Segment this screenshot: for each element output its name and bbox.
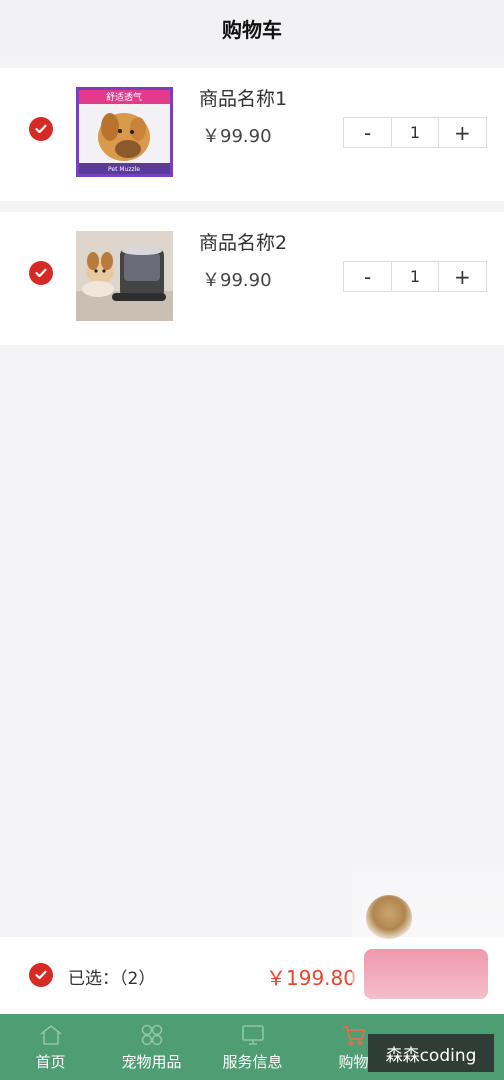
product-name[interactable]: 商品名称2	[199, 228, 287, 255]
svg-text:舒适透气: 舒适透气	[106, 91, 142, 103]
clover-icon	[137, 1021, 167, 1049]
quantity-stepper: - 1 +	[343, 261, 487, 292]
product-price: ￥99.90	[202, 270, 272, 291]
cart-icon	[339, 1021, 369, 1049]
page-title: 购物车	[222, 17, 282, 42]
cart-item: 商品名称2 ￥99.90 - 1 +	[0, 212, 504, 345]
tab-label: 宠物用品	[121, 1053, 182, 1071]
increase-button[interactable]: +	[439, 262, 486, 291]
floating-avatar	[366, 895, 412, 941]
increase-button[interactable]: +	[439, 118, 486, 147]
tab-label: 服务信息	[222, 1053, 283, 1071]
top-bar: 购物车	[0, 0, 504, 56]
decrease-button[interactable]: -	[344, 262, 391, 291]
tab-pet-supplies[interactable]: 宠物用品	[101, 1014, 202, 1080]
floating-overlay	[352, 864, 504, 1024]
quantity-value[interactable]: 1	[391, 262, 439, 291]
monitor-icon	[238, 1021, 268, 1049]
watermark: 森森coding	[368, 1034, 494, 1072]
svg-text:Pet Muzzle: Pet Muzzle	[108, 166, 140, 173]
product-image-pet-feeder[interactable]	[76, 231, 173, 321]
product-image-dog-muzzle[interactable]: 舒适透气 Pet Muzzle	[76, 87, 173, 177]
total-price: ￥199.80	[266, 966, 356, 990]
item-checkbox-checked-icon[interactable]	[29, 261, 53, 285]
product-name[interactable]: 商品名称1	[199, 84, 287, 111]
quantity-stepper: - 1 +	[343, 117, 487, 148]
tab-service-info[interactable]: 服务信息	[202, 1014, 303, 1080]
cart-item: 舒适透气 Pet Muzzle 商品名称1 ￥99.90 - 1 +	[0, 68, 504, 201]
tab-label: 首页	[35, 1053, 66, 1071]
quantity-value[interactable]: 1	[391, 118, 439, 147]
decrease-button[interactable]: -	[344, 118, 391, 147]
product-price: ￥99.90	[202, 126, 272, 147]
tab-label: 购物	[338, 1053, 369, 1071]
selected-count: 已选：（2）	[68, 969, 156, 989]
tab-home[interactable]: 首页	[0, 1014, 101, 1080]
home-icon	[36, 1021, 66, 1049]
item-checkbox-checked-icon[interactable]	[29, 117, 53, 141]
select-all-checked-icon[interactable]	[29, 963, 53, 987]
